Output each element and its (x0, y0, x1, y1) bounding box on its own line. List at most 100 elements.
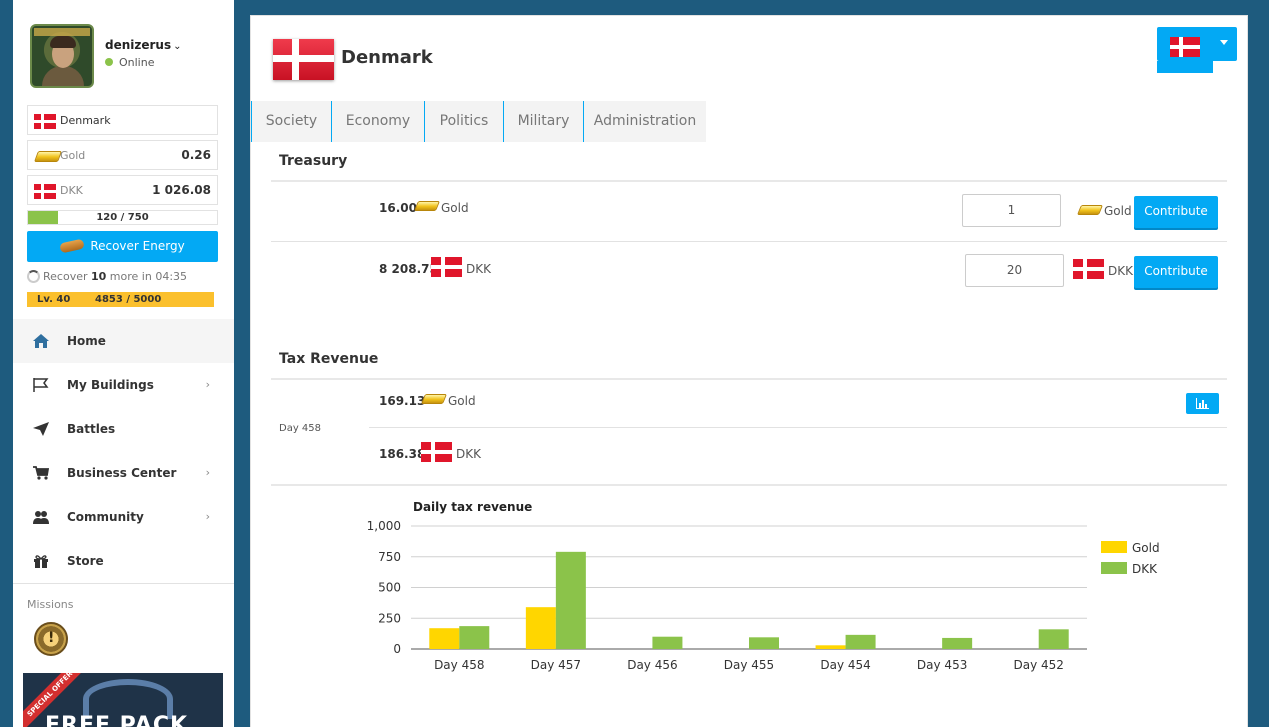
x-tick-label: Day 453 (917, 658, 967, 672)
y-axis-ticks: 0 250 500 750 1,000 (367, 519, 401, 656)
x-axis-ticks: Day 458 Day 457 Day 456 Day 455 Day 454 Day 4… (434, 658, 1064, 672)
bread-icon (59, 238, 86, 254)
dkk-contribution-unit: DKK (1108, 264, 1133, 278)
x-tick-label: Day 452 (1014, 658, 1064, 672)
legend-label: DKK (1132, 562, 1158, 576)
chevron-right-icon: › (205, 510, 210, 523)
tab-economy[interactable]: Economy (331, 101, 424, 142)
sidebar-nav: Home My Buildings › Battles Business Cent… (13, 319, 234, 583)
legend-swatch (1101, 562, 1127, 574)
sidebar-item-my-buildings[interactable]: My Buildings › (13, 363, 234, 407)
dropdown-tail (1157, 61, 1213, 73)
tax-revenue-title: Tax Revenue (279, 351, 379, 367)
bar-dkk (1038, 629, 1069, 649)
sidebar: denizerus ⌄ Online Denmark Gold 0.26 DKK … (13, 0, 234, 727)
recover-timer: Recover 10 more in 04:35 (27, 270, 187, 283)
y-tick-label: 500 (378, 581, 401, 595)
chevron-down-icon[interactable]: ⌄ (173, 41, 181, 52)
denmark-flag-large (273, 39, 334, 80)
gift-icon (34, 555, 48, 568)
gold-icon (1076, 205, 1104, 215)
sidebar-item-store[interactable]: Store (13, 539, 234, 583)
tab-military[interactable]: Military (503, 101, 583, 142)
mission-badge-icon[interactable]: ! (34, 622, 68, 656)
treasury-dkk-unit: DKK (466, 262, 491, 276)
sidebar-item-business-center[interactable]: Business Center › (13, 451, 234, 495)
caret-down-icon (1220, 40, 1228, 45)
currency-label: DKK (60, 184, 83, 197)
users-icon (33, 511, 49, 524)
tax-gold-unit: Gold (448, 394, 476, 408)
home-icon (33, 334, 49, 348)
status-dot-icon (105, 58, 113, 66)
gold-contribution-input[interactable]: 1 (962, 194, 1061, 227)
username-text[interactable]: denizerus (105, 38, 171, 52)
denmark-flag-icon (421, 442, 452, 462)
level-label: Lv. 40 (37, 294, 71, 305)
xp-text: 4853 / 5000 (95, 294, 162, 305)
bar-dkk (942, 637, 973, 649)
gold-label: Gold (60, 149, 86, 162)
tab-politics[interactable]: Politics (424, 101, 503, 142)
daily-tax-revenue-chart: Daily tax revenue 0 250 500 750 1,000 Day 45… (367, 500, 1160, 672)
special-offer-banner[interactable]: SPECIAL OFFER FREE PACK (23, 673, 223, 727)
flag-outline-icon (33, 378, 49, 392)
tax-dkk-unit: DKK (456, 447, 481, 461)
chevron-right-icon: › (205, 378, 210, 391)
country-panel: Denmark Society Economy Politics Militar… (250, 15, 1248, 727)
sidebar-divider (13, 583, 234, 584)
x-tick-label: Day 454 (820, 658, 870, 672)
dkk-contribution-input[interactable]: 20 (965, 254, 1064, 287)
denmark-flag-icon (1073, 259, 1104, 279)
divider (369, 427, 1227, 428)
tab-administration[interactable]: Administration (583, 101, 706, 142)
bar-gold (815, 645, 846, 649)
chart-bars (429, 551, 1069, 649)
chevron-right-icon: › (205, 466, 210, 479)
gold-icon (413, 201, 441, 211)
y-tick-label: 750 (378, 550, 401, 564)
bar-dkk (749, 637, 779, 649)
recover-energy-button[interactable]: Recover Energy (27, 231, 218, 262)
country-name: Denmark (60, 114, 111, 127)
x-tick-label: Day 455 (724, 658, 774, 672)
divider (271, 378, 1227, 380)
chart-legend: Gold DKK (1101, 541, 1160, 576)
level-bar: Lv. 40 4853 / 5000 (27, 292, 214, 307)
energy-bar: 120 / 750 (27, 210, 218, 225)
paper-plane-icon (33, 422, 49, 436)
contribute-gold-button[interactable]: Contribute (1134, 196, 1218, 228)
country-box[interactable]: Denmark (27, 105, 218, 135)
tax-day-label: Day 458 (279, 423, 322, 434)
y-tick-label: 1,000 (367, 519, 401, 533)
divider (271, 484, 1227, 486)
divider (271, 241, 1227, 242)
legend-swatch (1101, 541, 1127, 553)
x-tick-label: Day 456 (627, 658, 677, 672)
sidebar-item-battles[interactable]: Battles (13, 407, 234, 451)
chart-toggle-button[interactable] (1186, 393, 1219, 414)
treasury-gold-amount: 16.00 (379, 201, 417, 215)
tab-society[interactable]: Society (251, 101, 331, 142)
country-tabs: Society Economy Politics Military Admini… (251, 101, 706, 142)
sidebar-item-home[interactable]: Home (13, 319, 234, 363)
avatar[interactable] (30, 24, 94, 88)
bar-dkk (652, 636, 683, 649)
contribute-dkk-button[interactable]: Contribute (1134, 256, 1218, 288)
bar-gold (429, 628, 460, 649)
page-title: Denmark (341, 47, 433, 68)
sidebar-item-community[interactable]: Community › (13, 495, 234, 539)
username[interactable]: denizerus ⌄ (105, 38, 182, 52)
y-tick-label: 250 (378, 611, 401, 625)
online-status: Online (105, 56, 154, 69)
x-tick-label: Day 458 (434, 658, 484, 672)
bar-dkk (845, 634, 876, 649)
country-select-dropdown[interactable] (1157, 27, 1237, 61)
tax-gold-amount: 169.13 (379, 394, 426, 408)
bar-gold (525, 607, 556, 649)
offer-text: FREE PACK (45, 713, 189, 727)
denmark-flag-icon (34, 184, 56, 199)
tax-dkk-amount: 186.38 (379, 447, 426, 461)
y-tick-label: 0 (393, 642, 401, 656)
currency-balance: DKK 1 026.08 (27, 175, 218, 205)
